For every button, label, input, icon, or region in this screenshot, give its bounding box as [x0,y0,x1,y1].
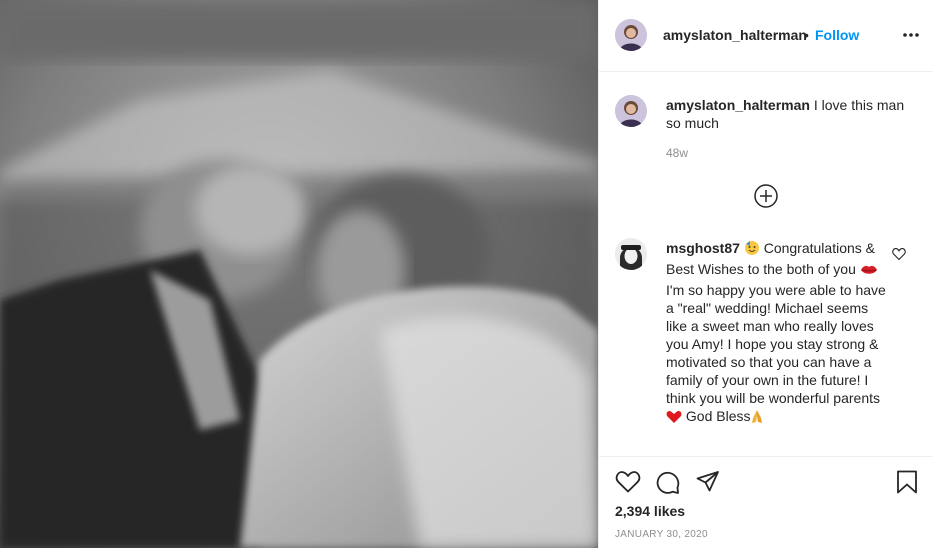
more-options-icon[interactable] [901,25,921,45]
caption-username[interactable]: amyslaton_halterman [666,97,810,113]
comment-username[interactable]: msghost87 [666,240,740,256]
follow-button[interactable]: Follow [815,27,859,43]
bookmark-icon[interactable] [894,469,920,495]
comment-heart-icon[interactable] [892,247,906,261]
face-with-party-icon [744,240,760,260]
plus-circle-icon[interactable] [753,183,779,209]
likes-count[interactable]: 2,394 likes [615,503,685,519]
commenter-avatar[interactable] [615,238,647,270]
caption-avatar[interactable] [615,95,647,127]
comment-text-part-2: I'm so happy you were able to have a "re… [666,282,886,406]
caption-timestamp[interactable]: 48w [666,146,688,160]
paper-plane-icon[interactable] [695,469,721,495]
post-header: amyslaton_halterman • Follow [599,0,933,72]
author-username[interactable]: amyslaton_halterman [663,27,807,43]
post-date[interactable]: JANUARY 30, 2020 [615,529,708,540]
post-sidebar: amyslaton_halterman • Follow amyslaton_h… [598,0,933,548]
caption-text-block: amyslaton_halterman I love this man so m… [666,96,916,132]
comment-text-block: msghost87 Congratulations & Best Wishes … [666,239,888,428]
author-avatar[interactable] [615,19,647,51]
lips-icon [860,263,878,281]
praying-hands-icon [750,408,764,428]
like-heart-icon[interactable] [615,469,641,495]
post-photo[interactable] [0,0,598,548]
actions-divider [599,456,933,457]
comment-bubble-icon[interactable] [655,469,681,495]
red-heart-icon [666,410,682,428]
separator-dot: • [804,27,809,43]
comment-text-part-3: God Bless [685,408,751,424]
